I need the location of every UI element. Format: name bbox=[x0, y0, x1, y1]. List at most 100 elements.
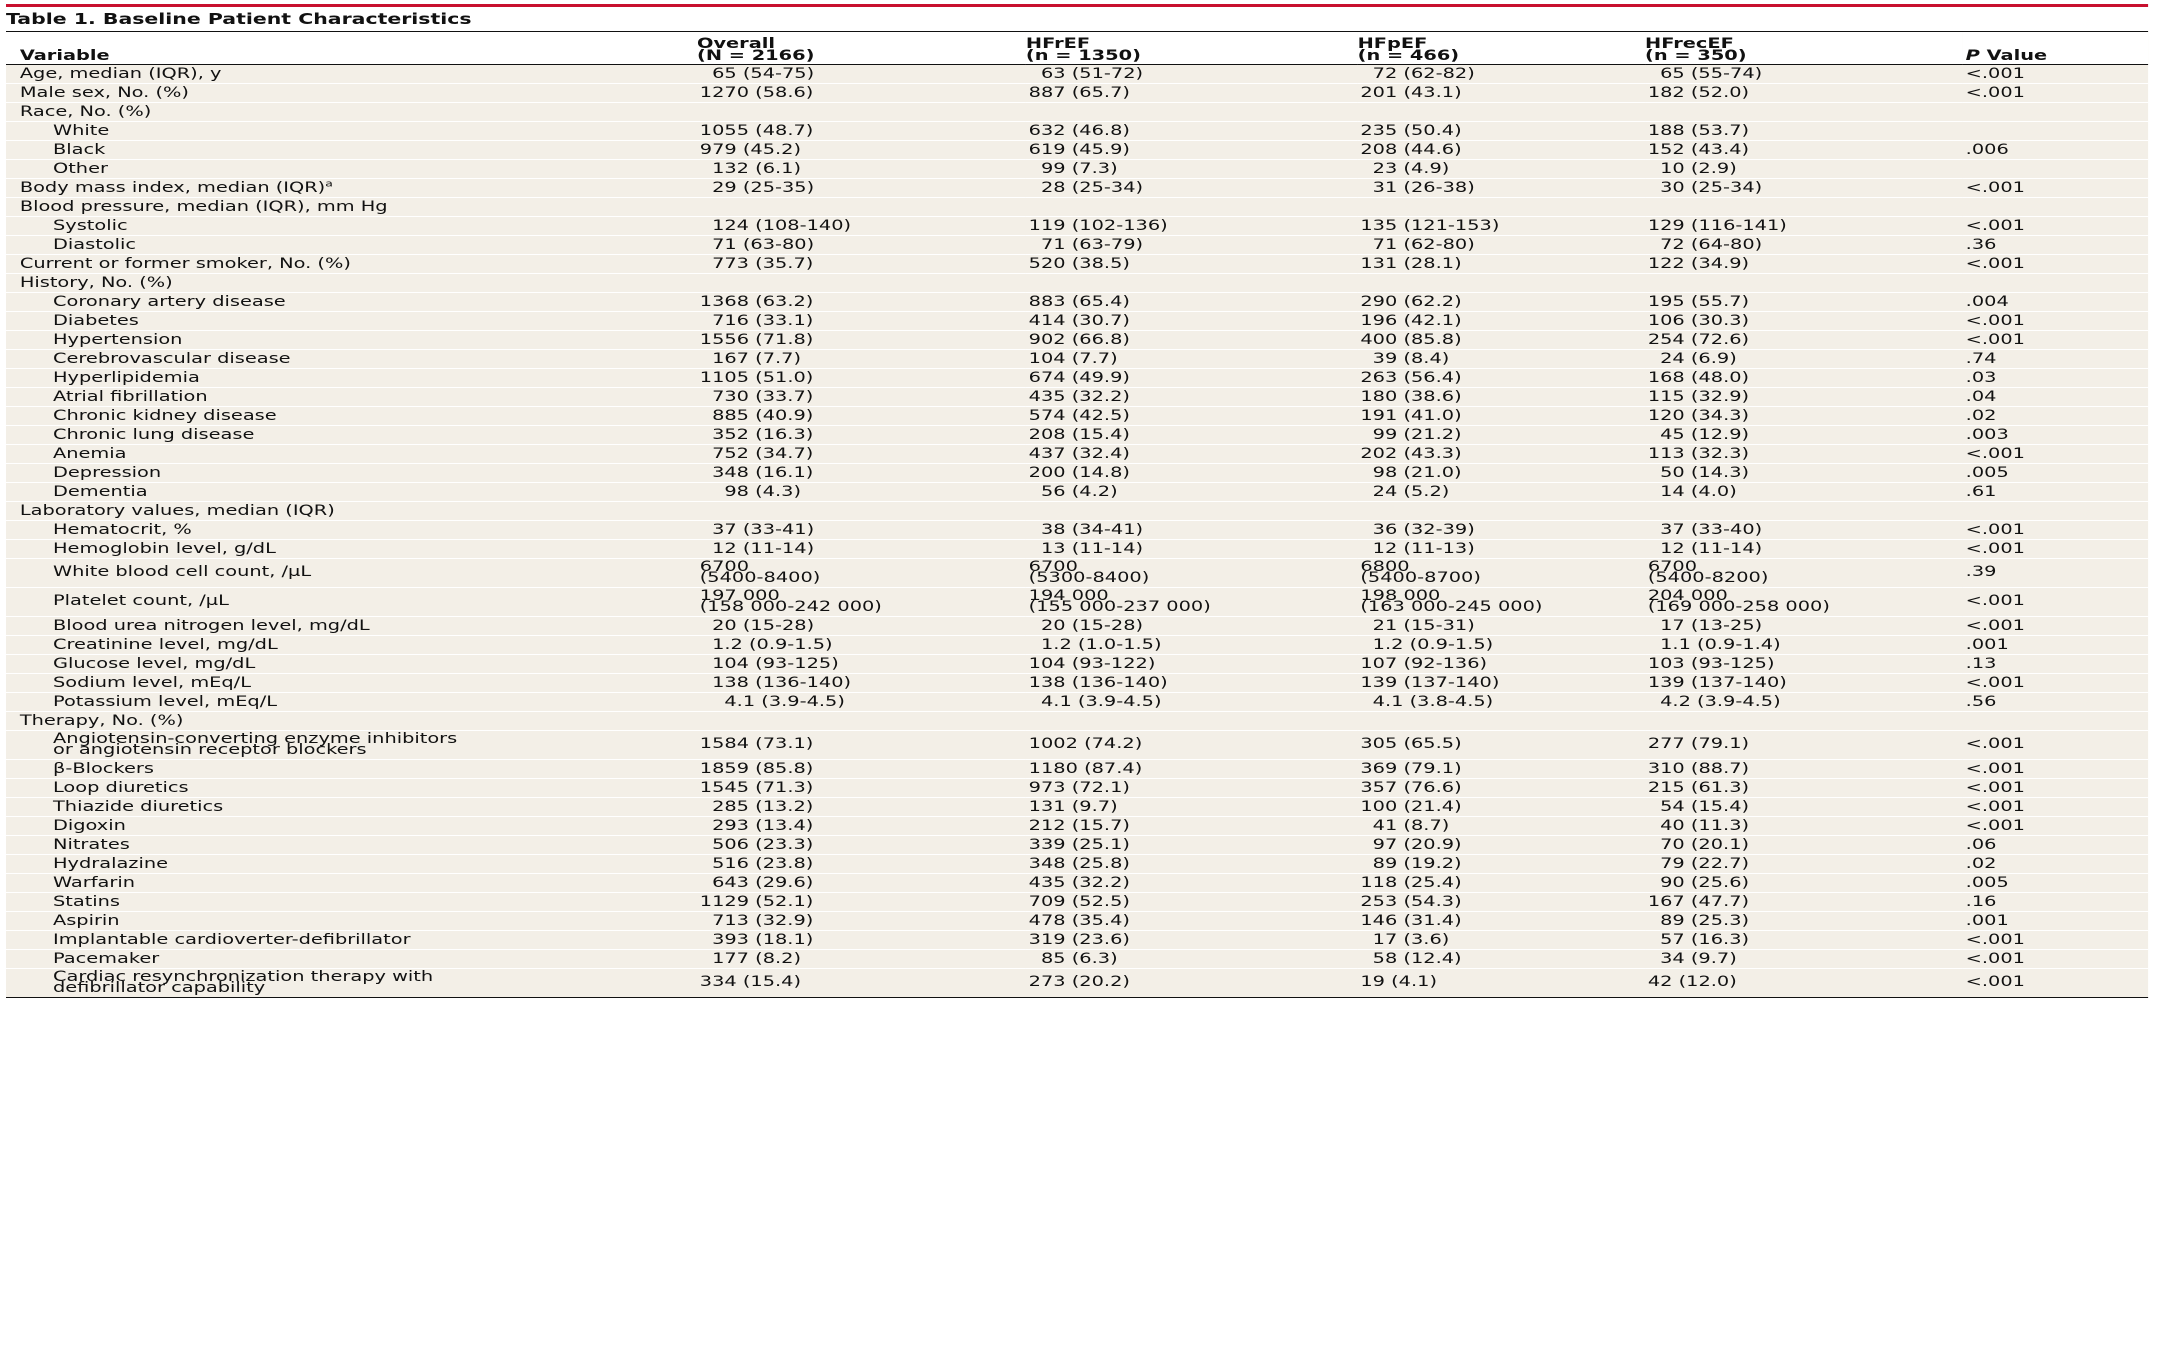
cell-overall: 1055 (48.7) bbox=[697, 121, 1026, 141]
row-label-text: Chronic lung disease bbox=[52, 427, 255, 443]
table-row: White blood cell count, /µL 6700 (5400-84… bbox=[6, 558, 2149, 588]
header-overall-n: (N = 2166) bbox=[697, 48, 815, 64]
table-row: Diastolic 71 (63-80) 71 (63-79) 71 (62-8… bbox=[6, 235, 2149, 255]
header-p-value: P Value bbox=[1962, 32, 2149, 65]
cell-overall: 348 (16.1) bbox=[697, 463, 1026, 483]
row-label: Male sex, No. (%) bbox=[6, 83, 697, 103]
cell-hfrecef: 70 (20.1) bbox=[1645, 835, 1963, 855]
cell-hfpef bbox=[1357, 501, 1646, 521]
cell-hfpef: 97 (20.9) bbox=[1357, 835, 1646, 855]
cell-overall: 1556 (71.8) bbox=[697, 330, 1026, 350]
cell-hfpef: 263 (56.4) bbox=[1357, 368, 1646, 388]
cell-hfrecef: 182 (52.0) bbox=[1645, 83, 1963, 103]
cell-hfref: 63 (51-72) bbox=[1025, 64, 1358, 84]
cell-overall: 132 (6.1) bbox=[697, 159, 1026, 179]
table-row: History, No. (%) bbox=[6, 273, 2149, 293]
cell-p-value bbox=[1962, 197, 2149, 217]
row-label-text: History, No. (%) bbox=[19, 275, 173, 291]
cell-overall: 1105 (51.0) bbox=[697, 368, 1026, 388]
row-label-text: Statins bbox=[52, 894, 121, 910]
cell-hfrecef: 254 (72.6) bbox=[1645, 330, 1963, 350]
cell-p-value: .74 bbox=[1962, 349, 2149, 369]
table-row: Hemoglobin level, g/dL 12 (11-14) 13 (11… bbox=[6, 539, 2149, 559]
cell-hfpef: 99 (21.2) bbox=[1357, 425, 1646, 445]
cell-p-value: <.001 bbox=[1962, 444, 2149, 464]
cell-hfref: 709 (52.5) bbox=[1025, 892, 1358, 912]
table-row: Hypertension 1556 (71.8) 902 (66.8) 400 (85… bbox=[6, 330, 2149, 350]
bottom-rule bbox=[6, 997, 2149, 998]
cell-hfpef: 191 (41.0) bbox=[1357, 406, 1646, 426]
cell-hfref: 902 (66.8) bbox=[1025, 330, 1358, 350]
cell-p-value: <.001 bbox=[1962, 759, 2149, 779]
cell-hfpef: 180 (38.6) bbox=[1357, 387, 1646, 407]
row-label-text: Hemoglobin level, g/dL bbox=[52, 541, 276, 557]
cell-hfref: 131 (9.7) bbox=[1025, 797, 1358, 817]
row-label: Thiazide diuretics bbox=[6, 797, 697, 817]
table-row: Hydralazine 516 (23.8) 348 (25.8) 89 (19.… bbox=[6, 854, 2149, 874]
row-label: Hyperlipidemia bbox=[6, 368, 697, 388]
cell-hfpef: 131 (28.1) bbox=[1357, 254, 1646, 274]
row-label-text: Glucose level, mg/dL bbox=[52, 656, 256, 672]
table-row: Warfarin 643 (29.6) 435 (32.2) 118 (25.4) … bbox=[6, 873, 2149, 893]
cell-p-value: <.001 bbox=[1962, 730, 2149, 760]
cell-overall: 1129 (52.1) bbox=[697, 892, 1026, 912]
cell-hfrecef: 54 (15.4) bbox=[1645, 797, 1963, 817]
row-label-text: Dementia bbox=[52, 484, 148, 500]
cell-hfref: 13 (11-14) bbox=[1025, 539, 1358, 559]
row-label: Body mass index, median (IQR)a bbox=[6, 178, 697, 198]
cell-hfpef: 202 (43.3) bbox=[1357, 444, 1646, 464]
header-p-rest: Value bbox=[1979, 48, 2048, 64]
cell-hfref: 339 (25.1) bbox=[1025, 835, 1358, 855]
cell-p-value: <.001 bbox=[1962, 797, 2149, 817]
cell-overall: 12 (11-14) bbox=[697, 539, 1026, 559]
row-label-text: Male sex, No. (%) bbox=[19, 85, 189, 101]
table-row: Hyperlipidemia 1105 (51.0) 674 (49.9) 263 (… bbox=[6, 368, 2149, 388]
cell-hfref: 632 (46.8) bbox=[1025, 121, 1358, 141]
cell-hfref: 104 (93-122) bbox=[1025, 654, 1358, 674]
row-label: Platelet count, /µL bbox=[6, 587, 697, 617]
table-row: Atrial fibrillation 730 (33.7) 435 (32.2)… bbox=[6, 387, 2149, 407]
cell-hfpef: 4.1 (3.8-4.5) bbox=[1357, 692, 1646, 712]
cell-p-value: .13 bbox=[1962, 654, 2149, 674]
table-row: Anemia 752 (34.7) 437 (32.4) 202 (43.3) 113… bbox=[6, 444, 2149, 464]
header-hfrecef-n: (n = 350) bbox=[1645, 48, 1747, 64]
cell-hfref: 38 (34-41) bbox=[1025, 520, 1358, 540]
row-label-text: β-Blockers bbox=[52, 761, 154, 777]
cell-hfrecef: 310 (88.7) bbox=[1645, 759, 1963, 779]
table-row: White 1055 (48.7) 632 (46.8) 235 (50.4) 188 … bbox=[6, 121, 2149, 141]
cell-hfpef: 41 (8.7) bbox=[1357, 816, 1646, 836]
cell-overall: 885 (40.9) bbox=[697, 406, 1026, 426]
table-row: Hematocrit, % 37 (33-41) 38 (34-41) 36 (… bbox=[6, 520, 2149, 540]
row-label: Chronic kidney disease bbox=[6, 406, 697, 426]
cell-hfpef: 58 (12.4) bbox=[1357, 949, 1646, 969]
cell-overall: 4.1 (3.9-4.5) bbox=[697, 692, 1026, 712]
cell-p-value: <.001 bbox=[1962, 778, 2149, 798]
cell-hfrecef: 139 (137-140) bbox=[1645, 673, 1963, 693]
cell-hfrecef: 14 (4.0) bbox=[1645, 482, 1963, 502]
cell-hfrecef: 65 (55-74) bbox=[1645, 64, 1963, 84]
table-row: Statins 1129 (52.1) 709 (52.5) 253 (54.3) 16… bbox=[6, 892, 2149, 912]
cell-hfref: 887 (65.7) bbox=[1025, 83, 1358, 103]
cell-p-value: .005 bbox=[1962, 463, 2149, 483]
cell-hfref: 119 (102-136) bbox=[1025, 216, 1358, 236]
row-label: Potassium level, mEq/L bbox=[6, 692, 697, 712]
table-frame: Table 1. Baseline Patient Characteristic… bbox=[6, 0, 2149, 998]
row-label: Diabetes bbox=[6, 311, 697, 331]
cell-hfref bbox=[1025, 273, 1358, 293]
cell-hfref: 20 (15-28) bbox=[1025, 616, 1358, 636]
cell-hfpef: 19 (4.1) bbox=[1357, 968, 1646, 997]
cell-hfrecef: 10 (2.9) bbox=[1645, 159, 1963, 179]
cell-p-value: <.001 bbox=[1962, 254, 2149, 274]
row-label: Current or former smoker, No. (%) bbox=[6, 254, 697, 274]
cell-hfrecef: 40 (11.3) bbox=[1645, 816, 1963, 836]
cell-hfrecef: 90 (25.6) bbox=[1645, 873, 1963, 893]
cell-hfref: 6700 (5300-8400) bbox=[1025, 558, 1358, 588]
cell-hfrecef: 17 (13-25) bbox=[1645, 616, 1963, 636]
cell-hfpef: 1.2 (0.9-1.5) bbox=[1357, 635, 1646, 655]
cell-hfrecef: 215 (61.3) bbox=[1645, 778, 1963, 798]
cell-hfref: 1.2 (1.0-1.5) bbox=[1025, 635, 1358, 655]
row-label: Pacemaker bbox=[6, 949, 697, 969]
cell-hfpef: 107 (92-136) bbox=[1357, 654, 1646, 674]
cell-hfref: 437 (32.4) bbox=[1025, 444, 1358, 464]
cell-hfpef: 357 (76.6) bbox=[1357, 778, 1646, 798]
